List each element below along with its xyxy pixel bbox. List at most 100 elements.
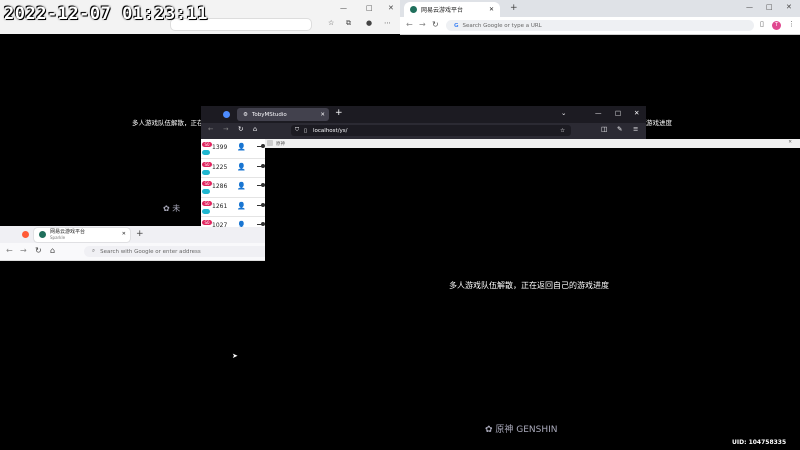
popup-close-button[interactable]: ✕ — [788, 140, 792, 145]
search-placeholder: Search with Google or enter address — [100, 248, 201, 255]
level-badge: S0 — [202, 220, 212, 226]
tab-favicon-icon: ⚙ — [243, 111, 248, 118]
back-icon[interactable]: ← — [208, 125, 213, 133]
person-icon[interactable]: 👤 — [237, 202, 246, 210]
person-icon[interactable]: 👤 — [237, 163, 246, 171]
list-all-tabs-icon[interactable]: ⌄ — [561, 109, 566, 117]
tab-cloud-gaming[interactable]: 网易云游戏平台 ✕ — [404, 2, 500, 17]
shield-icon: ⛉ — [295, 127, 300, 133]
list-item[interactable]: S0 1399 👤 — [201, 139, 265, 159]
search-icon: ⌕ — [92, 248, 96, 254]
maximize-button[interactable]: □ — [366, 4, 373, 12]
maximize-button[interactable]: □ — [766, 3, 773, 11]
url-bar[interactable]: ⛉ ▯ localhost/ys/ ☆ — [291, 125, 571, 136]
window-dark-firefox: ⚙ TobyMStudio ✕ + ⌄ — □ ✕ ← → ↻ ⌂ ⛉ ▯ lo… — [201, 106, 646, 139]
dark-tab-strip: ⚙ TobyMStudio ✕ + ⌄ — □ ✕ — [201, 106, 646, 123]
close-button[interactable]: ✕ — [388, 4, 394, 12]
level-badge: S0 — [202, 200, 212, 206]
forward-icon[interactable]: → — [20, 246, 27, 255]
tab-title: TobyMStudio — [251, 111, 287, 118]
back-icon[interactable]: ← — [406, 20, 413, 29]
tab-favicon-icon — [39, 231, 46, 238]
tab-subtitle: Sparkle — [50, 235, 66, 240]
popup-titlebar: 原神 ✕ — [265, 139, 800, 148]
new-tab-button[interactable]: + — [136, 229, 144, 239]
tab-cloud-gaming[interactable]: 网易云游戏平台 Sparkle ✕ — [34, 228, 130, 242]
url-text: localhost/ys/ — [313, 127, 348, 134]
player-number: 1027 — [212, 222, 228, 227]
link-icon[interactable] — [257, 144, 265, 148]
chrome-menu-icon[interactable]: ⋮ — [788, 20, 795, 28]
extensions-icon[interactable]: ✎ — [617, 125, 622, 133]
player-number: 1261 — [212, 202, 228, 210]
home-icon[interactable]: ⌂ — [50, 246, 55, 255]
person-icon[interactable]: 👤 — [237, 221, 246, 227]
maximize-button[interactable]: □ — [615, 109, 621, 117]
tab-close-icon[interactable]: ✕ — [489, 6, 494, 13]
back-icon[interactable]: ← — [6, 246, 13, 255]
chrome-toolbar: ← → ↻ G Search Google or type a URL ▯ T … — [400, 17, 800, 35]
player-number: 1286 — [212, 183, 228, 191]
reload-icon[interactable]: ↻ — [432, 20, 439, 29]
list-item[interactable]: S0 1225 👤 — [201, 159, 265, 179]
firefox-view-icon[interactable] — [22, 231, 29, 238]
person-icon[interactable]: 👤 — [237, 182, 246, 190]
player-number: 1225 — [212, 163, 228, 171]
minimize-button[interactable]: — — [746, 3, 753, 11]
tab-close-icon[interactable]: ✕ — [122, 232, 126, 237]
disband-message-tail: 游戏进度 — [646, 119, 672, 127]
omnibox-input[interactable]: G Search Google or type a URL — [446, 20, 754, 31]
new-tab-button[interactable]: + — [335, 108, 343, 118]
google-icon: G — [454, 22, 459, 29]
link-icon[interactable] — [257, 163, 265, 168]
new-tab-button[interactable]: + — [510, 3, 518, 13]
popup-title: 原神 — [276, 142, 285, 147]
tab-close-icon[interactable]: ✕ — [320, 112, 325, 118]
tab-tobymstudio[interactable]: ⚙ TobyMStudio ✕ — [237, 108, 329, 121]
person-icon[interactable]: 👤 — [237, 143, 246, 151]
minimize-button[interactable]: — — [340, 4, 347, 12]
pocket-icon[interactable]: ◫ — [601, 125, 607, 133]
top-right-chrome: 网易云游戏平台 ✕ + — □ ✕ ← → ↻ G Search Google … — [400, 0, 800, 35]
status-badge — [202, 208, 210, 214]
recording-timestamp: 2022-12-07 01:23:11 — [4, 4, 208, 24]
side-panel-icon[interactable]: ▯ — [760, 20, 764, 28]
game-popup-window: 原神 ✕ 多人游戏队伍解散，正在返回自己的游戏进度 ✿ 原神 GENSHIN U… — [265, 139, 800, 450]
status-badge — [202, 189, 210, 195]
firefox-view-icon[interactable] — [223, 111, 230, 118]
tab-favicon-icon — [410, 6, 417, 13]
list-item[interactable]: S0 1261 👤 — [201, 198, 265, 218]
forward-icon[interactable]: → — [223, 125, 228, 133]
player-number: 1399 — [212, 144, 228, 151]
profile-icon[interactable]: ● — [366, 19, 372, 27]
close-button[interactable]: ✕ — [786, 3, 792, 11]
list-item[interactable]: S0 1027 👤 — [201, 217, 265, 227]
omnibox-placeholder: Search Google or type a URL — [462, 22, 542, 29]
list-item[interactable]: S0 1286 👤 — [201, 178, 265, 198]
status-badge — [202, 169, 210, 175]
reload-icon[interactable]: ↻ — [35, 246, 42, 255]
level-badge: S0 — [202, 181, 212, 187]
level-badge: S0 — [202, 142, 212, 147]
link-icon[interactable] — [257, 222, 265, 227]
disband-message: 多人游戏队伍解散，正在返回自己的游戏进度 — [449, 281, 609, 290]
minimize-button[interactable]: — — [595, 109, 602, 117]
more-menu-icon[interactable]: ⋯ — [384, 19, 391, 27]
bookmark-star-icon[interactable]: ☆ — [560, 128, 565, 134]
game-logo: ✿ 原神 GENSHIN — [485, 425, 558, 435]
favorites-icon[interactable]: ☆ — [328, 19, 334, 27]
disband-message: 多人游戏队伍解散，正在 — [132, 119, 204, 127]
home-icon[interactable]: ⌂ — [253, 125, 257, 133]
app-icon — [267, 140, 273, 146]
profile-avatar[interactable]: T — [772, 21, 781, 30]
link-icon[interactable] — [257, 183, 265, 188]
close-button[interactable]: ✕ — [634, 109, 639, 117]
collections-icon[interactable]: ⧉ — [346, 19, 351, 28]
reload-icon[interactable]: ↻ — [238, 125, 243, 133]
dark-toolbar: ← → ↻ ⌂ ⛉ ▯ localhost/ys/ ☆ ◫ ✎ ≡ — [201, 123, 646, 138]
status-badge — [202, 150, 210, 155]
app-menu-icon[interactable]: ≡ — [633, 125, 638, 133]
player-list: S0 1399 👤 S0 1225 👤 S0 1286 👤 S0 1261 👤 … — [201, 139, 265, 227]
forward-icon[interactable]: → — [419, 20, 426, 29]
link-icon[interactable] — [257, 202, 265, 207]
